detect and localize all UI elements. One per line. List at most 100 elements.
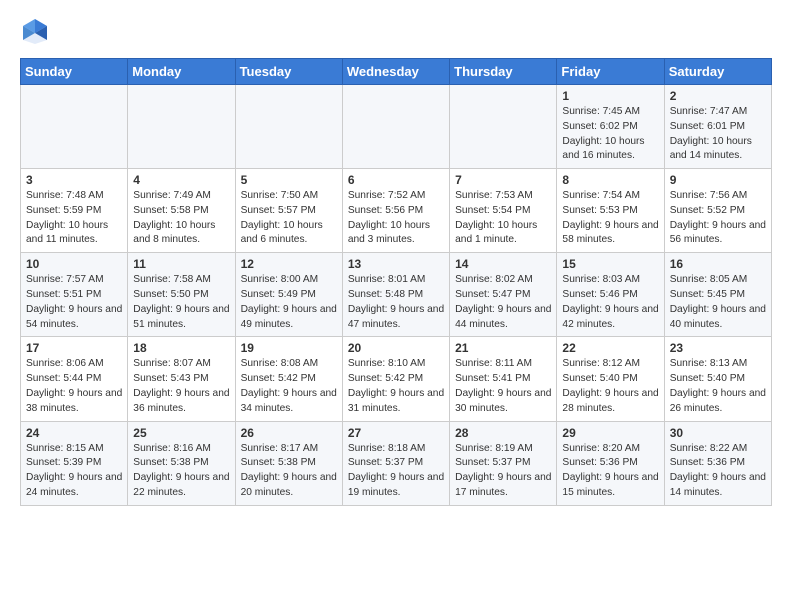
weekday-header-sunday: Sunday: [21, 59, 128, 85]
day-number: 23: [670, 341, 766, 355]
day-info: Sunrise: 8:11 AMSunset: 5:41 PMDaylight:…: [455, 357, 551, 416]
day-number: 19: [241, 341, 337, 355]
day-info: Sunrise: 8:16 AMSunset: 5:38 PMDaylight:…: [133, 442, 229, 501]
day-number: 24: [26, 426, 122, 440]
day-number: 12: [241, 257, 337, 271]
day-info: Sunrise: 7:57 AMSunset: 5:51 PMDaylight:…: [26, 273, 122, 332]
calendar-row-2: 10 Sunrise: 7:57 AMSunset: 5:51 PMDayligh…: [21, 253, 772, 337]
calendar-cell: [21, 85, 128, 169]
day-info: Sunrise: 7:53 AMSunset: 5:54 PMDaylight:…: [455, 189, 551, 248]
day-number: 18: [133, 341, 229, 355]
day-info: Sunrise: 8:18 AMSunset: 5:37 PMDaylight:…: [348, 442, 444, 501]
day-number: 13: [348, 257, 444, 271]
calendar-cell: 4 Sunrise: 7:49 AMSunset: 5:58 PMDaylight…: [128, 169, 235, 253]
day-number: 21: [455, 341, 551, 355]
calendar-cell: 2 Sunrise: 7:47 AMSunset: 6:01 PMDaylight…: [664, 85, 771, 169]
calendar-cell: 28 Sunrise: 8:19 AMSunset: 5:37 PMDayligh…: [450, 421, 557, 505]
calendar-cell: 11 Sunrise: 7:58 AMSunset: 5:50 PMDayligh…: [128, 253, 235, 337]
day-info: Sunrise: 7:56 AMSunset: 5:52 PMDaylight:…: [670, 189, 766, 248]
calendar-cell: 6 Sunrise: 7:52 AMSunset: 5:56 PMDaylight…: [342, 169, 449, 253]
day-number: 1: [562, 89, 658, 103]
header: [20, 16, 772, 46]
day-info: Sunrise: 8:08 AMSunset: 5:42 PMDaylight:…: [241, 357, 337, 416]
calendar-cell: [450, 85, 557, 169]
day-info: Sunrise: 7:58 AMSunset: 5:50 PMDaylight:…: [133, 273, 229, 332]
calendar-cell: 14Sunrise: 8:02 AMSunset: 5:47 PMDayligh…: [450, 253, 557, 337]
day-number: 11: [133, 257, 229, 271]
calendar-row-0: 1 Sunrise: 7:45 AMSunset: 6:02 PMDaylight…: [21, 85, 772, 169]
day-info: Sunrise: 7:45 AMSunset: 6:02 PMDaylight:…: [562, 105, 658, 164]
calendar-cell: [235, 85, 342, 169]
weekday-header-tuesday: Tuesday: [235, 59, 342, 85]
day-info: Sunrise: 8:13 AMSunset: 5:40 PMDaylight:…: [670, 357, 766, 416]
day-number: 6: [348, 173, 444, 187]
weekday-header-saturday: Saturday: [664, 59, 771, 85]
day-number: 15: [562, 257, 658, 271]
day-info: Sunrise: 8:17 AMSunset: 5:38 PMDaylight:…: [241, 442, 337, 501]
weekday-header-monday: Monday: [128, 59, 235, 85]
weekday-header-friday: Friday: [557, 59, 664, 85]
day-number: 29: [562, 426, 658, 440]
day-info: Sunrise: 7:49 AMSunset: 5:58 PMDaylight:…: [133, 189, 229, 248]
day-number: 22: [562, 341, 658, 355]
day-info: Sunrise: 8:15 AMSunset: 5:39 PMDaylight:…: [26, 442, 122, 501]
day-info: Sunrise: 7:47 AMSunset: 6:01 PMDaylight:…: [670, 105, 766, 164]
day-info: Sunrise: 8:10 AMSunset: 5:42 PMDaylight:…: [348, 357, 444, 416]
day-info: Sunrise: 7:52 AMSunset: 5:56 PMDaylight:…: [348, 189, 444, 248]
calendar-cell: 1 Sunrise: 7:45 AMSunset: 6:02 PMDaylight…: [557, 85, 664, 169]
calendar-cell: 3Sunrise: 7:48 AMSunset: 5:59 PMDaylight…: [21, 169, 128, 253]
calendar-cell: 9Sunrise: 7:56 AMSunset: 5:52 PMDaylight…: [664, 169, 771, 253]
calendar-cell: 18 Sunrise: 8:07 AMSunset: 5:43 PMDayligh…: [128, 337, 235, 421]
day-info: Sunrise: 8:22 AMSunset: 5:36 PMDaylight:…: [670, 442, 766, 501]
day-number: 25: [133, 426, 229, 440]
day-number: 28: [455, 426, 551, 440]
calendar-cell: 23 Sunrise: 8:13 AMSunset: 5:40 PMDayligh…: [664, 337, 771, 421]
day-info: Sunrise: 8:02 AMSunset: 5:47 PMDaylight:…: [455, 273, 551, 332]
day-number: 3: [26, 173, 122, 187]
calendar-cell: 16Sunrise: 8:05 AMSunset: 5:45 PMDayligh…: [664, 253, 771, 337]
day-number: 4: [133, 173, 229, 187]
calendar-row-3: 17 Sunrise: 8:06 AMSunset: 5:44 PMDayligh…: [21, 337, 772, 421]
day-number: 26: [241, 426, 337, 440]
day-number: 7: [455, 173, 551, 187]
calendar-cell: 26 Sunrise: 8:17 AMSunset: 5:38 PMDayligh…: [235, 421, 342, 505]
day-number: 30: [670, 426, 766, 440]
day-info: Sunrise: 8:03 AMSunset: 5:46 PMDaylight:…: [562, 273, 658, 332]
day-number: 27: [348, 426, 444, 440]
day-info: Sunrise: 8:19 AMSunset: 5:37 PMDaylight:…: [455, 442, 551, 501]
logo: [20, 16, 54, 46]
calendar-cell: 15 Sunrise: 8:03 AMSunset: 5:46 PMDayligh…: [557, 253, 664, 337]
day-info: Sunrise: 8:07 AMSunset: 5:43 PMDaylight:…: [133, 357, 229, 416]
logo-icon: [20, 16, 50, 46]
calendar-cell: 22 Sunrise: 8:12 AMSunset: 5:40 PMDayligh…: [557, 337, 664, 421]
calendar-cell: 25 Sunrise: 8:16 AMSunset: 5:38 PMDayligh…: [128, 421, 235, 505]
calendar-cell: 8Sunrise: 7:54 AMSunset: 5:53 PMDaylight…: [557, 169, 664, 253]
weekday-header-row: SundayMondayTuesdayWednesdayThursdayFrid…: [21, 59, 772, 85]
calendar-cell: 21 Sunrise: 8:11 AMSunset: 5:41 PMDayligh…: [450, 337, 557, 421]
day-number: 10: [26, 257, 122, 271]
calendar-cell: 10 Sunrise: 7:57 AMSunset: 5:51 PMDayligh…: [21, 253, 128, 337]
calendar-cell: 5 Sunrise: 7:50 AMSunset: 5:57 PMDaylight…: [235, 169, 342, 253]
calendar-cell: 29 Sunrise: 8:20 AMSunset: 5:36 PMDayligh…: [557, 421, 664, 505]
day-info: Sunrise: 8:06 AMSunset: 5:44 PMDaylight:…: [26, 357, 122, 416]
day-info: Sunrise: 8:12 AMSunset: 5:40 PMDaylight:…: [562, 357, 658, 416]
day-number: 8: [562, 173, 658, 187]
day-number: 5: [241, 173, 337, 187]
calendar-table: SundayMondayTuesdayWednesdayThursdayFrid…: [20, 58, 772, 506]
calendar-cell: 24 Sunrise: 8:15 AMSunset: 5:39 PMDayligh…: [21, 421, 128, 505]
day-number: 17: [26, 341, 122, 355]
calendar-cell: 13Sunrise: 8:01 AMSunset: 5:48 PMDayligh…: [342, 253, 449, 337]
calendar-cell: 7 Sunrise: 7:53 AMSunset: 5:54 PMDaylight…: [450, 169, 557, 253]
day-number: 2: [670, 89, 766, 103]
day-info: Sunrise: 8:20 AMSunset: 5:36 PMDaylight:…: [562, 442, 658, 501]
page: SundayMondayTuesdayWednesdayThursdayFrid…: [0, 0, 792, 516]
calendar-header: SundayMondayTuesdayWednesdayThursdayFrid…: [21, 59, 772, 85]
calendar-cell: [342, 85, 449, 169]
calendar-cell: 19 Sunrise: 8:08 AMSunset: 5:42 PMDayligh…: [235, 337, 342, 421]
day-info: Sunrise: 7:50 AMSunset: 5:57 PMDaylight:…: [241, 189, 337, 248]
calendar-cell: 30 Sunrise: 8:22 AMSunset: 5:36 PMDayligh…: [664, 421, 771, 505]
day-info: Sunrise: 8:05 AMSunset: 5:45 PMDaylight:…: [670, 273, 766, 332]
calendar-cell: 20 Sunrise: 8:10 AMSunset: 5:42 PMDayligh…: [342, 337, 449, 421]
day-number: 20: [348, 341, 444, 355]
calendar-row-1: 3Sunrise: 7:48 AMSunset: 5:59 PMDaylight…: [21, 169, 772, 253]
